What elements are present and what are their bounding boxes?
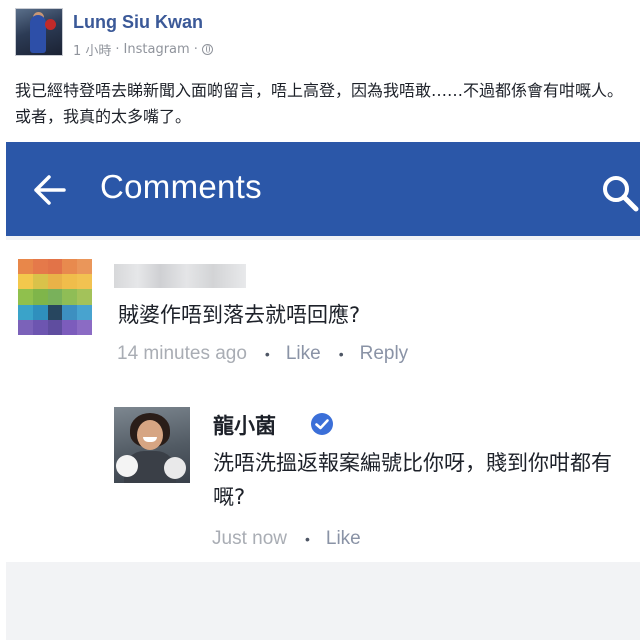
post-source[interactable]: Instagram	[124, 42, 190, 57]
meta-dot: •	[304, 531, 310, 547]
comments-title: Comments	[100, 168, 262, 205]
comments-screenshot: Comments 賊婆作唔到落去就唔回應? 14 minutes ago • L…	[6, 142, 640, 640]
post-header: Lung Siu Kwan 1 小時 · Instagram ·	[15, 8, 625, 72]
reply-author-avatar[interactable]	[114, 407, 190, 483]
post-author-name[interactable]: Lung Siu Kwan	[73, 12, 203, 33]
comment-text: 賊婆作唔到落去就唔回應?	[118, 303, 361, 327]
comment-time: 14 minutes ago	[117, 343, 247, 364]
post-text: 我已經特登唔去睇新聞入面啲留言，唔上高登，因為我唔敢……不過都係會有咁嘅人。或者…	[15, 81, 624, 126]
reply-author-name[interactable]: 龍小菌	[213, 410, 276, 440]
commenter-name-blurred	[114, 264, 246, 288]
reply-time: Just now	[212, 528, 287, 549]
verified-badge-icon	[311, 413, 333, 435]
comment-reply-link[interactable]: Reply	[360, 343, 409, 365]
arrow-left-icon[interactable]	[34, 175, 66, 205]
comments-top-bar: Comments	[6, 142, 640, 236]
reply-meta: Just now • Like	[212, 528, 361, 550]
post-time[interactable]: 1 小時	[73, 40, 111, 59]
comment-like-link[interactable]: Like	[286, 343, 321, 365]
meta-dot: •	[264, 346, 270, 362]
commenter-avatar-pixelated[interactable]	[18, 259, 92, 335]
globe-icon	[201, 44, 213, 55]
search-icon[interactable]	[600, 173, 640, 213]
reply-like-link[interactable]: Like	[326, 528, 361, 550]
meta-separator: ·	[193, 42, 198, 57]
comment-meta: 14 minutes ago • Like • Reply	[117, 343, 408, 365]
meta-separator: ·	[115, 42, 120, 57]
author-avatar[interactable]	[15, 8, 63, 56]
reply-text: 洗唔洗搵返報案編號比你呀，賤到你咁都有嘅?	[213, 451, 612, 509]
comments-list: 賊婆作唔到落去就唔回應? 14 minutes ago • Like • Rep…	[6, 240, 640, 562]
post-meta: 1 小時 · Instagram ·	[73, 40, 213, 59]
meta-dot: •	[338, 346, 344, 362]
